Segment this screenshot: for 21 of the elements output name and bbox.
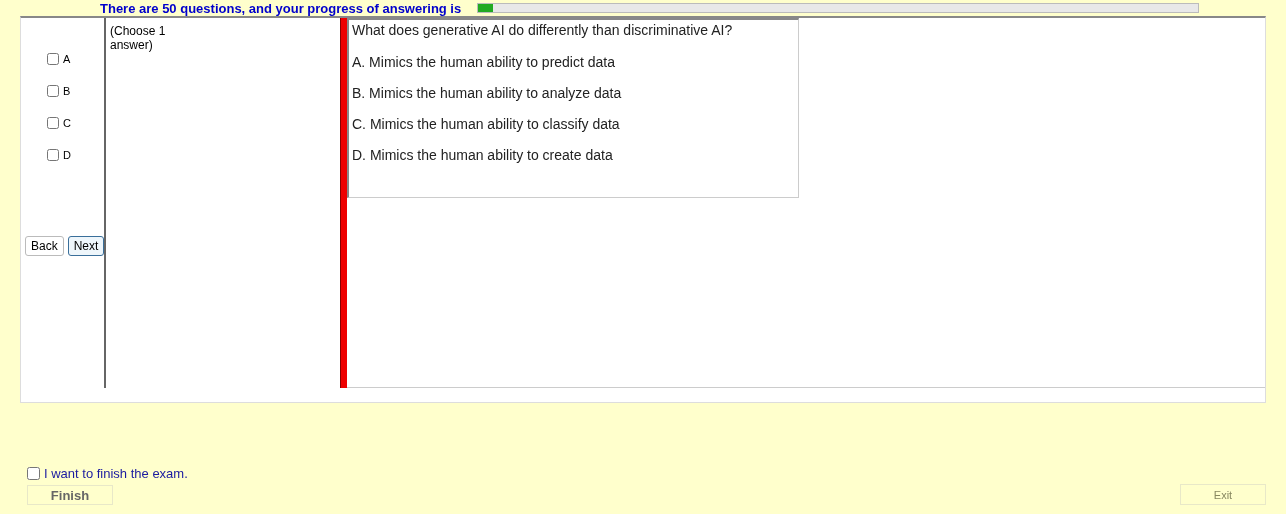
choice-text: A. Mimics the human ability to predict data bbox=[352, 54, 616, 70]
answer-checkbox[interactable] bbox=[47, 85, 59, 97]
answer-checkbox[interactable] bbox=[47, 117, 59, 129]
answer-checkbox[interactable] bbox=[47, 53, 59, 65]
nav-button[interactable]: Next bbox=[67, 236, 105, 256]
choice-text: C. Mimics the human ability to classify data bbox=[352, 116, 621, 132]
choice-text: B. Mimics the human ability to analyze data bbox=[352, 85, 623, 101]
choice-text: D. Mimics the human ability to create data bbox=[352, 147, 614, 163]
option-label: C bbox=[63, 117, 71, 129]
finish-label: I want to finish the exam. bbox=[44, 466, 188, 481]
exit-button[interactable]: Exit bbox=[1180, 484, 1266, 505]
progress-caption: There are 50 questions, and your progress of answering is bbox=[100, 0, 462, 16]
answer-checkbox[interactable] bbox=[47, 149, 59, 161]
option-label: D bbox=[63, 149, 71, 161]
option-label: A bbox=[63, 53, 71, 65]
nav-button[interactable]: Back bbox=[25, 236, 64, 256]
finish-button[interactable]: Finish bbox=[27, 485, 113, 505]
question-text: What does generative AI do differently than discriminative AI? bbox=[352, 22, 734, 38]
instruction-text: (Choose 1 answer) bbox=[110, 24, 167, 52]
option-label: B bbox=[63, 85, 71, 97]
finish-checkbox[interactable] bbox=[27, 467, 40, 480]
